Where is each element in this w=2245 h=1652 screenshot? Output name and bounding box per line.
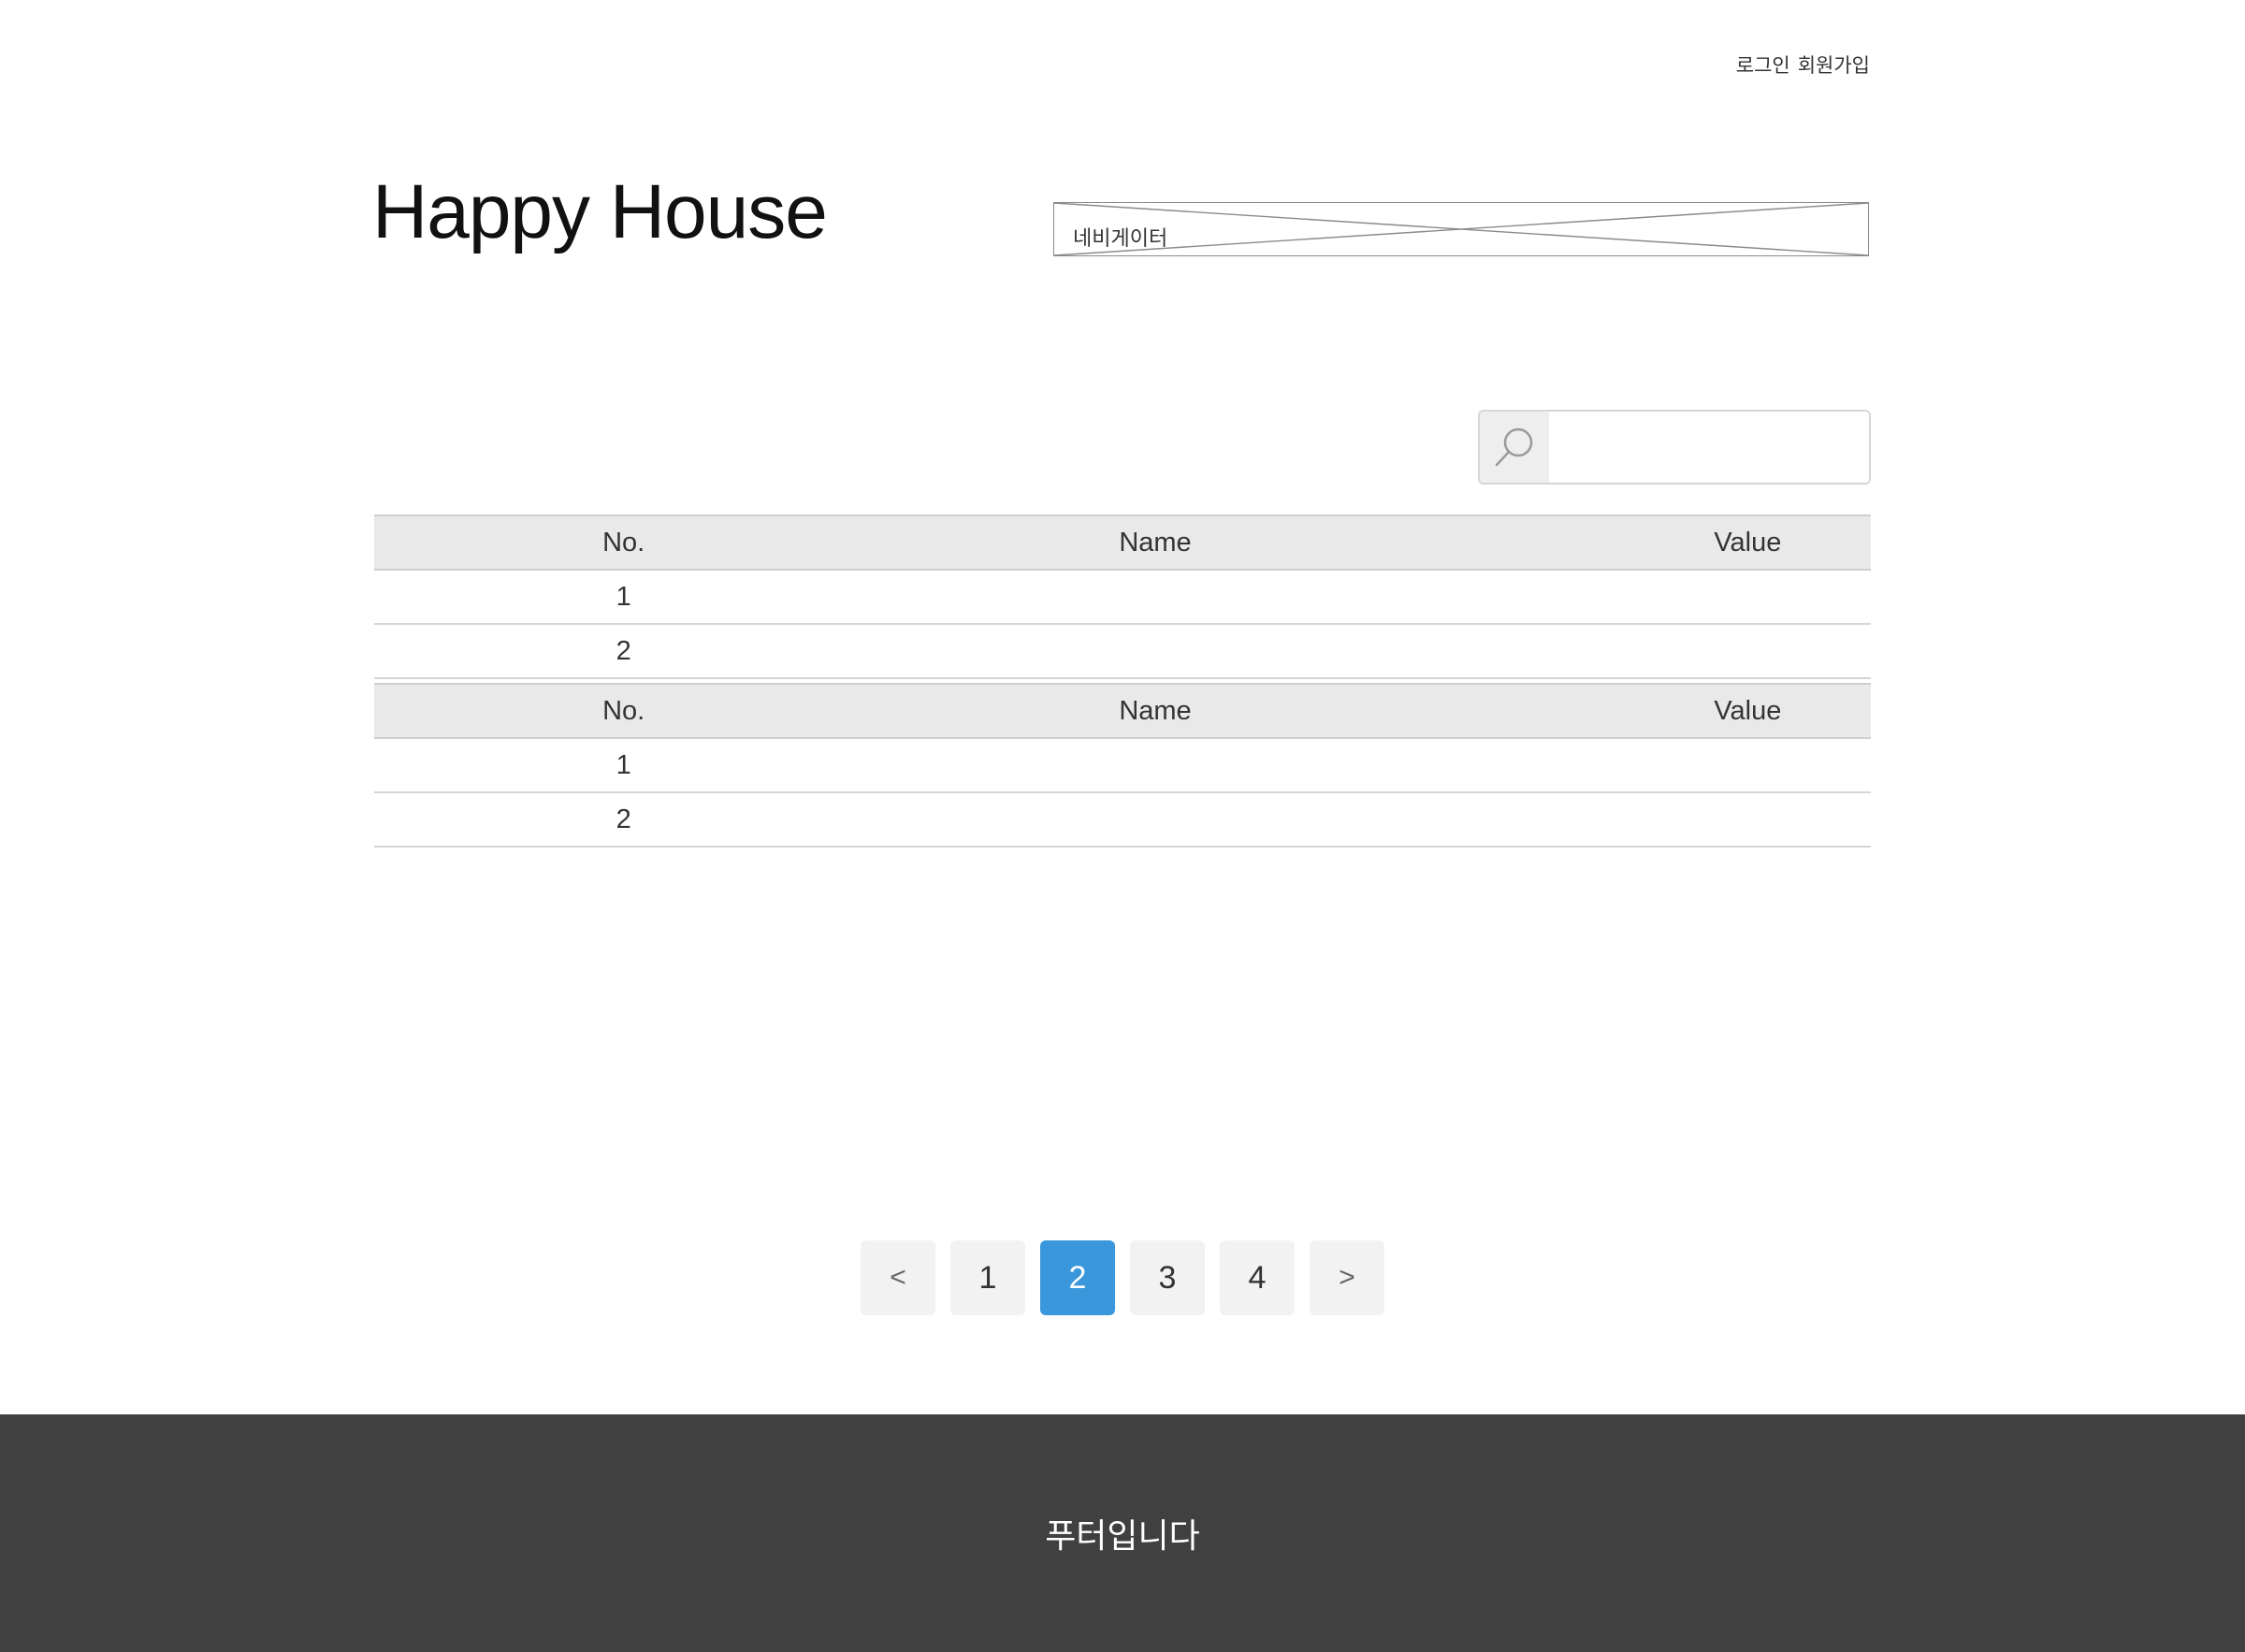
page-button-3[interactable]: 3 bbox=[1130, 1240, 1205, 1315]
cell-value bbox=[1371, 738, 1871, 793]
column-header-no[interactable]: No. bbox=[374, 514, 874, 571]
search-button[interactable] bbox=[1480, 412, 1549, 483]
cell-no: 1 bbox=[374, 570, 874, 625]
site-title[interactable]: Happy House bbox=[372, 174, 828, 251]
cell-no: 2 bbox=[374, 624, 874, 679]
navigation-label: 네비게이터 bbox=[1073, 226, 1168, 250]
data-table-1: No. Name Value 1 2 bbox=[374, 514, 1871, 679]
search-box bbox=[1478, 410, 1871, 485]
column-header-no[interactable]: No. bbox=[374, 683, 874, 739]
column-header-value[interactable]: Value bbox=[1371, 514, 1871, 571]
cell-name bbox=[873, 738, 1372, 793]
page-button-4[interactable]: 4 bbox=[1220, 1240, 1295, 1315]
table-row[interactable]: 1 bbox=[374, 738, 1871, 793]
page-button-2-active[interactable]: 2 bbox=[1040, 1240, 1115, 1315]
footer: 푸터입니다 bbox=[0, 1414, 2245, 1652]
search-input[interactable] bbox=[1549, 412, 1869, 483]
column-header-name[interactable]: Name bbox=[873, 514, 1372, 571]
cell-no: 1 bbox=[374, 738, 874, 793]
table-header-row: No. Name Value bbox=[374, 683, 1871, 739]
signup-link[interactable]: 회원가입 bbox=[1798, 51, 1870, 79]
cell-no: 2 bbox=[374, 792, 874, 848]
data-table-2: No. Name Value 1 2 bbox=[374, 683, 1871, 848]
navigation-placeholder[interactable]: 네비게이터 bbox=[1053, 202, 1869, 256]
table-header-row: No. Name Value bbox=[374, 514, 1871, 571]
prev-page-button[interactable]: < bbox=[861, 1240, 935, 1315]
cell-value bbox=[1371, 624, 1871, 679]
login-link[interactable]: 로그인 bbox=[1736, 51, 1790, 79]
pagination: < 1 2 3 4 > bbox=[861, 1240, 1384, 1315]
table-row[interactable]: 2 bbox=[374, 792, 1871, 848]
table-row[interactable]: 2 bbox=[374, 624, 1871, 679]
footer-text: 푸터입니다 bbox=[1045, 1516, 1200, 1555]
cell-value bbox=[1371, 792, 1871, 848]
column-header-value[interactable]: Value bbox=[1371, 683, 1871, 739]
cell-value bbox=[1371, 570, 1871, 625]
auth-links: 로그인 회원가입 bbox=[1736, 51, 1870, 79]
column-header-name[interactable]: Name bbox=[873, 683, 1372, 739]
table-row[interactable]: 1 bbox=[374, 570, 1871, 625]
cell-name bbox=[873, 570, 1372, 625]
page-button-1[interactable]: 1 bbox=[950, 1240, 1025, 1315]
cell-name bbox=[873, 624, 1372, 679]
search-icon bbox=[1495, 427, 1533, 467]
placeholder-cross-icon bbox=[1054, 203, 1868, 255]
cell-name bbox=[873, 792, 1372, 848]
next-page-button[interactable]: > bbox=[1310, 1240, 1384, 1315]
